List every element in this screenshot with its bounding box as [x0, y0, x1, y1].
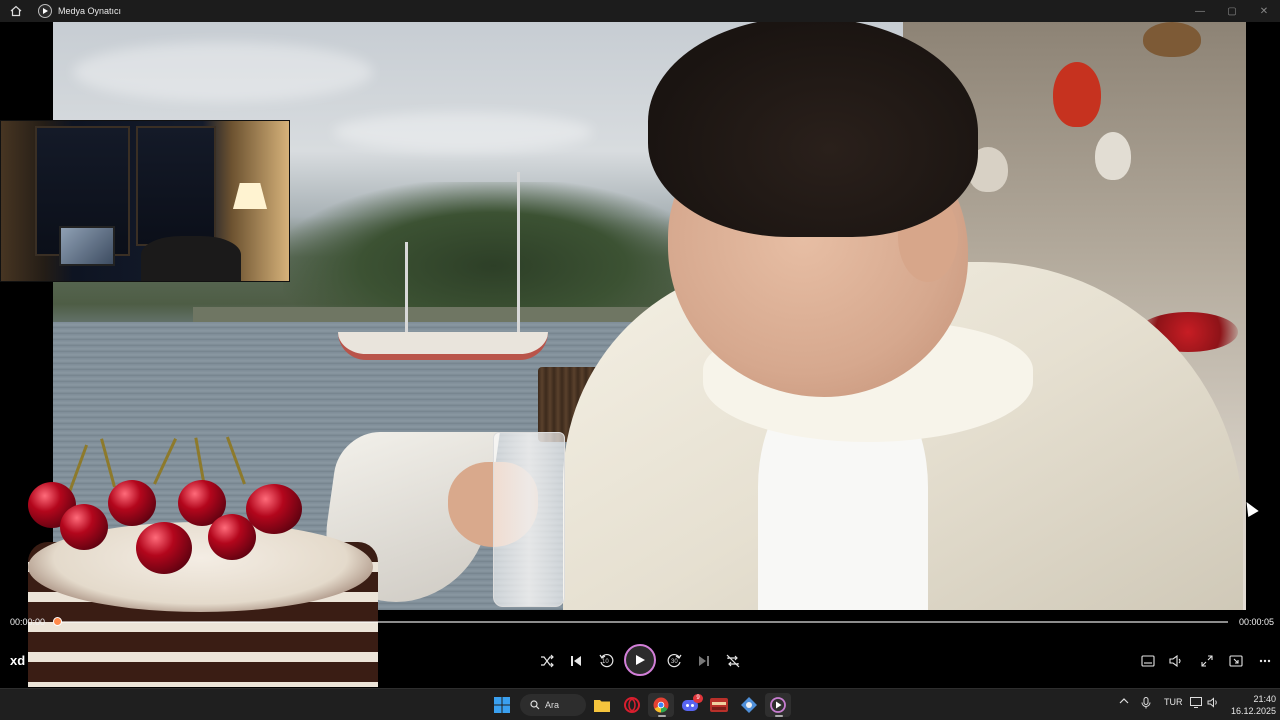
- home-button[interactable]: [0, 0, 32, 22]
- maximize-icon: ▢: [1227, 5, 1237, 17]
- total-time: 00:00:05: [1239, 617, 1275, 627]
- speaker-icon: [1207, 697, 1217, 708]
- minimize-button[interactable]: —: [1184, 0, 1216, 22]
- rewind-10-button[interactable]: 10: [591, 646, 621, 676]
- app-icon: [741, 697, 757, 713]
- media-player-icon: [770, 697, 786, 713]
- taskbar: Ara 9 TUR 21:40 16.12.2025: [0, 688, 1280, 720]
- media-title-label: xd: [10, 653, 26, 668]
- folder-icon: [594, 700, 610, 712]
- mini-player-icon: [1229, 655, 1243, 667]
- close-icon: ✕: [1259, 5, 1269, 17]
- tray-display[interactable]: [1190, 697, 1202, 710]
- seek-bar-row: 00:00:00 00:00:05: [0, 610, 1280, 634]
- previous-button[interactable]: [561, 646, 591, 676]
- rewind-seconds-label: 10: [602, 659, 609, 665]
- fullscreen-button[interactable]: [1192, 646, 1222, 676]
- cherry: [246, 484, 302, 534]
- next-button[interactable]: [689, 646, 719, 676]
- clock-time: 21:40: [1253, 694, 1276, 704]
- current-time: 00:00:00: [10, 617, 46, 627]
- tray-volume[interactable]: [1207, 697, 1219, 710]
- mini-player-button[interactable]: [1221, 646, 1251, 676]
- opera-icon: [624, 697, 640, 713]
- repeat-off-icon: [726, 654, 740, 668]
- home-icon: [10, 5, 22, 17]
- drink-glass: [493, 432, 565, 607]
- more-options-button[interactable]: [1250, 646, 1280, 676]
- shuffle-button[interactable]: [532, 646, 562, 676]
- taskbar-opera[interactable]: [619, 693, 645, 717]
- maximize-button[interactable]: ▢: [1216, 0, 1248, 22]
- shuffle-icon: [541, 654, 554, 668]
- window-title: Medya Oynatıcı: [58, 6, 122, 16]
- cherry: [136, 522, 192, 574]
- tray-microphone[interactable]: [1141, 697, 1151, 711]
- search-icon: [530, 700, 540, 710]
- repeat-off-button[interactable]: [718, 646, 748, 676]
- cherry: [108, 480, 156, 526]
- volume-button[interactable]: [1161, 646, 1191, 676]
- game-icon: [710, 698, 728, 712]
- playback-controls: xd 10 30: [0, 634, 1280, 688]
- media-player-icon: [38, 4, 52, 18]
- taskbar-chrome[interactable]: [648, 693, 674, 717]
- play-button[interactable]: [624, 644, 656, 676]
- previous-icon: [571, 656, 581, 666]
- more-icon: [1259, 659, 1271, 663]
- volume-icon: [1169, 655, 1181, 667]
- close-button[interactable]: ✕: [1248, 0, 1280, 22]
- taskbar-app[interactable]: [736, 693, 762, 717]
- display-icon: [1190, 697, 1202, 708]
- chrome-icon: [653, 697, 669, 713]
- taskbar-clock[interactable]: 21:40 16.12.2025: [1228, 693, 1276, 717]
- cherry: [60, 504, 108, 550]
- window-controls: — ▢ ✕: [1184, 0, 1280, 22]
- picture-in-picture-overlay: [0, 120, 290, 282]
- tray-language[interactable]: TUR: [1164, 697, 1183, 707]
- clock-date: 16.12.2025: [1230, 706, 1276, 716]
- forward-seconds-label: 30: [671, 659, 678, 665]
- taskbar-search[interactable]: Ara: [520, 694, 586, 716]
- person-hair: [648, 22, 978, 237]
- discord-badge: 9: [693, 694, 703, 703]
- windows-icon: [494, 697, 510, 713]
- lamp: [233, 183, 267, 209]
- monitor: [59, 226, 115, 266]
- tray-overflow-button[interactable]: [1119, 697, 1129, 707]
- taskbar-game[interactable]: [706, 693, 732, 717]
- media-player-window: Medya Oynatıcı — ▢ ✕ 00:00:00 00:00:05 x…: [0, 0, 1280, 720]
- taskbar-file-explorer[interactable]: [589, 693, 615, 717]
- boat: [338, 332, 548, 360]
- title-bar: Medya Oynatıcı — ▢ ✕: [0, 0, 1280, 22]
- fullscreen-icon: [1201, 655, 1213, 667]
- chevron-up-icon: [1119, 698, 1129, 704]
- trees: [283, 182, 703, 322]
- seek-track[interactable]: [57, 621, 1228, 623]
- play-icon: [636, 655, 645, 665]
- taskbar-discord[interactable]: 9: [677, 693, 703, 717]
- taskbar-media-player[interactable]: [765, 693, 791, 717]
- search-label: Ara: [545, 700, 560, 710]
- start-button[interactable]: [489, 693, 515, 717]
- next-icon: [699, 656, 709, 666]
- seek-thumb[interactable]: [53, 617, 62, 626]
- captions-icon: [1141, 655, 1155, 667]
- captions-button[interactable]: [1133, 646, 1163, 676]
- minimize-icon: —: [1195, 5, 1205, 17]
- forward-30-button[interactable]: 30: [660, 646, 690, 676]
- microphone-icon: [1141, 697, 1151, 709]
- gaming-chair: [141, 236, 241, 281]
